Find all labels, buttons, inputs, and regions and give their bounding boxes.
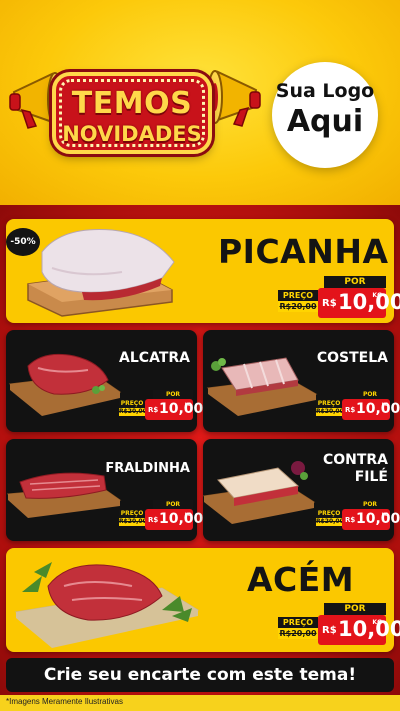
cta-banner[interactable]: Crie seu encarte com este tema!: [6, 658, 394, 692]
picanha-name: PICANHA: [218, 232, 389, 271]
logo-text-line1: Sua Logo: [275, 80, 375, 102]
currency: R$: [345, 516, 356, 524]
unit-label: KG: [372, 619, 382, 626]
unit-label: KG: [381, 512, 388, 517]
alcatra-image: [8, 353, 122, 416]
costela-image: [206, 357, 318, 416]
price-value: 10,00: [338, 617, 400, 641]
old-price: R$20,00: [278, 301, 318, 312]
contrafile-name-line2: FILÉ: [354, 469, 388, 485]
preco-label: PREÇO: [316, 400, 342, 408]
por-label: POR: [350, 390, 390, 399]
fraldinha-price-tag: POR PREÇO R$20,00 R$ 10,00 KG: [119, 500, 203, 530]
price-value: 10,00: [338, 290, 400, 314]
unit-label: KG: [184, 402, 191, 407]
por-label: POR: [350, 500, 390, 509]
acem-price-tag: POR PREÇO R$20,00 R$ 10,00 KG: [278, 603, 400, 645]
price-value: 10,00: [159, 401, 204, 417]
megaphone-right-icon: [207, 70, 261, 127]
currency: R$: [322, 298, 337, 309]
old-price: R$20,00: [119, 408, 147, 416]
alcatra-name: ALCATRA: [119, 350, 190, 366]
badge-title-line2: NOVIDADES: [62, 122, 202, 146]
costela-name: COSTELA: [316, 350, 388, 366]
price-value: 10,00: [159, 511, 204, 527]
por-label: POR: [324, 603, 386, 615]
acem-image: [14, 562, 200, 648]
contrafile-name: CONTRA FILÉ: [323, 452, 388, 486]
por-label: POR: [153, 390, 193, 399]
currency: R$: [148, 516, 159, 524]
picanha-price-tag: POR PREÇO R$20,00 R$ 10,00 KG: [278, 276, 400, 318]
currency: R$: [322, 625, 337, 636]
por-label: POR: [324, 276, 386, 288]
badge-title-line1: TEMOS: [71, 86, 193, 121]
alcatra-price-tag: POR PREÇO R$20,00 R$ 10,00 KG: [119, 390, 203, 420]
contrafile-price-tag: POR PREÇO R$20,00 R$ 10,00 KG: [316, 500, 400, 530]
preco-label: PREÇO: [119, 510, 145, 518]
acem-name: ACÉM: [247, 560, 355, 599]
old-price: R$20,00: [316, 518, 344, 526]
unit-label: KG: [372, 292, 382, 299]
logo-text-line2: Aqui: [286, 104, 364, 139]
unit-label: KG: [184, 512, 191, 517]
temos-novidades-badge: TEMOS NOVIDADES: [52, 72, 212, 154]
disclaimer-text: *Imagens Meramente Ilustrativas: [6, 697, 123, 706]
fraldinha-name: FRALDINHA: [105, 461, 190, 476]
currency: R$: [345, 406, 356, 414]
price-box: R$ 10,00 KG: [318, 615, 400, 645]
contrafile-name-line1: CONTRA: [322, 452, 388, 468]
price-value: 10,00: [356, 401, 400, 417]
preco-label: PREÇO: [119, 400, 145, 408]
unit-label: KG: [381, 402, 388, 407]
costela-price-tag: POR PREÇO R$20,00 R$ 10,00 KG: [316, 390, 400, 420]
price-box: R$ 10,00 KG: [318, 288, 400, 318]
preco-label: PREÇO: [278, 617, 318, 628]
por-label: POR: [153, 500, 193, 509]
price-box: R$ 10,00 KG: [145, 399, 203, 420]
contrafile-image: [202, 461, 316, 524]
old-price: R$20,00: [316, 408, 344, 416]
preco-label: PREÇO: [316, 510, 342, 518]
price-box: R$ 10,00 KG: [342, 509, 400, 530]
preco-label: PREÇO: [278, 290, 318, 301]
price-box: R$ 10,00 KG: [342, 399, 400, 420]
logo-placeholder: Sua Logo Aqui: [272, 62, 378, 168]
old-price: R$20,00: [278, 628, 318, 639]
price-box: R$ 10,00 KG: [145, 509, 203, 530]
picanha-image: [27, 228, 175, 317]
price-value: 10,00: [356, 511, 400, 527]
currency: R$: [148, 406, 159, 414]
old-price: R$20,00: [119, 518, 147, 526]
discount-badge: -50%: [6, 228, 40, 256]
